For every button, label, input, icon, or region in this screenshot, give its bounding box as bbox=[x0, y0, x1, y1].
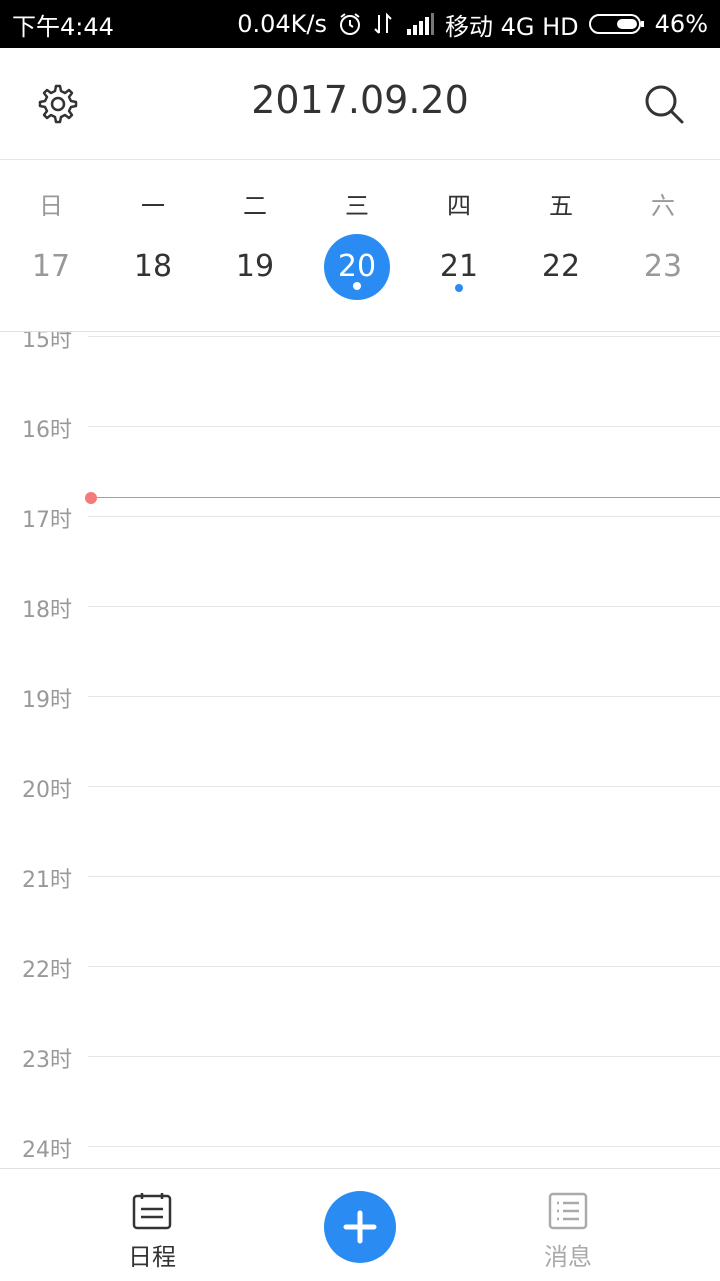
date-cell[interactable]: 17 bbox=[18, 234, 84, 300]
hour-row: 15时 bbox=[0, 332, 720, 426]
day-column: 四 21 bbox=[408, 160, 510, 332]
search-button[interactable] bbox=[642, 82, 686, 126]
week-strip: 日 17 一 18 二 19 三 20 四 21 五 22 六 23 bbox=[0, 160, 720, 332]
hour-divider bbox=[88, 1146, 720, 1147]
bottom-nav: 日程 消息 bbox=[0, 1168, 720, 1280]
data-transfer-icon bbox=[373, 11, 395, 37]
hour-label: 17时 bbox=[22, 508, 72, 533]
hour-label: 24时 bbox=[22, 1138, 72, 1163]
add-event-button[interactable] bbox=[324, 1191, 396, 1263]
nav-schedule-label: 日程 bbox=[128, 1243, 176, 1271]
day-column: 一 18 bbox=[102, 160, 204, 332]
nav-messages[interactable]: 消息 bbox=[498, 1169, 638, 1281]
current-time-dot bbox=[85, 492, 97, 504]
hour-divider bbox=[88, 336, 720, 337]
day-column: 三 20 bbox=[306, 160, 408, 332]
hour-label: 21时 bbox=[22, 868, 72, 893]
carrier-label: 移动 4G HD bbox=[445, 12, 579, 41]
message-list-icon bbox=[548, 1192, 588, 1230]
status-bar: 下午4:44 0.04K/s 移动 4G HD 46% bbox=[0, 0, 720, 48]
date-cell[interactable]: 19 bbox=[222, 234, 288, 300]
weekday-label: 四 bbox=[447, 192, 471, 220]
hour-row: 20时 bbox=[0, 778, 720, 876]
hour-label: 15时 bbox=[22, 332, 72, 353]
hour-divider bbox=[88, 516, 720, 517]
day-column: 二 19 bbox=[204, 160, 306, 332]
day-column: 五 22 bbox=[510, 160, 612, 332]
signal-icon bbox=[405, 11, 435, 37]
hour-label: 18时 bbox=[22, 598, 72, 623]
hour-label: 23时 bbox=[22, 1048, 72, 1073]
date-cell[interactable]: 22 bbox=[528, 234, 594, 300]
hour-row: 22时 bbox=[0, 958, 720, 1056]
weekday-label: 六 bbox=[651, 192, 675, 220]
app-header: 2017.09.20 bbox=[0, 48, 720, 160]
network-speed: 0.04K/s bbox=[237, 10, 327, 38]
plus-icon bbox=[343, 1210, 377, 1244]
page-title: 2017.09.20 bbox=[251, 78, 469, 122]
hour-label: 20时 bbox=[22, 778, 72, 803]
nav-schedule[interactable]: 日程 bbox=[82, 1169, 222, 1281]
hour-row: 21时 bbox=[0, 868, 720, 966]
hour-divider bbox=[88, 426, 720, 427]
hour-divider bbox=[88, 1056, 720, 1057]
hour-divider bbox=[88, 876, 720, 877]
day-column: 日 17 bbox=[0, 160, 102, 332]
event-dot bbox=[455, 284, 463, 292]
day-column: 六 23 bbox=[612, 160, 714, 332]
hour-row: 18时 bbox=[0, 598, 720, 696]
hour-label: 22时 bbox=[22, 958, 72, 983]
date-cell[interactable]: 23 bbox=[630, 234, 696, 300]
date-cell[interactable]: 18 bbox=[120, 234, 186, 300]
calendar-icon bbox=[132, 1193, 172, 1230]
day-timeline[interactable]: 15时 16时 17时 18时 19时 20时 21时 22时 23时 24时 bbox=[0, 332, 720, 1168]
hour-row: 24时 bbox=[0, 1138, 720, 1168]
hour-divider bbox=[88, 696, 720, 697]
hour-row: 16时 bbox=[0, 418, 720, 516]
weekday-label: 三 bbox=[345, 192, 369, 220]
hour-row: 23时 bbox=[0, 1048, 720, 1146]
hour-divider bbox=[88, 786, 720, 787]
weekday-label: 五 bbox=[549, 192, 573, 220]
battery-icon bbox=[588, 12, 645, 36]
current-time-line bbox=[90, 497, 720, 498]
weekday-label: 二 bbox=[243, 192, 267, 220]
hour-label: 19时 bbox=[22, 688, 72, 713]
nav-messages-label: 消息 bbox=[544, 1243, 592, 1271]
event-dot bbox=[353, 282, 361, 290]
alarm-icon bbox=[337, 11, 363, 37]
weekday-label: 日 bbox=[39, 192, 63, 220]
search-icon bbox=[645, 85, 684, 124]
hour-label: 16时 bbox=[22, 418, 72, 443]
hour-divider bbox=[88, 606, 720, 607]
status-time: 下午4:44 bbox=[12, 12, 114, 41]
weekday-label: 一 bbox=[141, 192, 165, 220]
hour-row: 17时 bbox=[0, 508, 720, 606]
battery-percent: 46% bbox=[654, 10, 708, 38]
date-cell-selected[interactable]: 20 bbox=[324, 234, 390, 300]
hour-divider bbox=[88, 966, 720, 967]
hour-row: 19时 bbox=[0, 688, 720, 786]
